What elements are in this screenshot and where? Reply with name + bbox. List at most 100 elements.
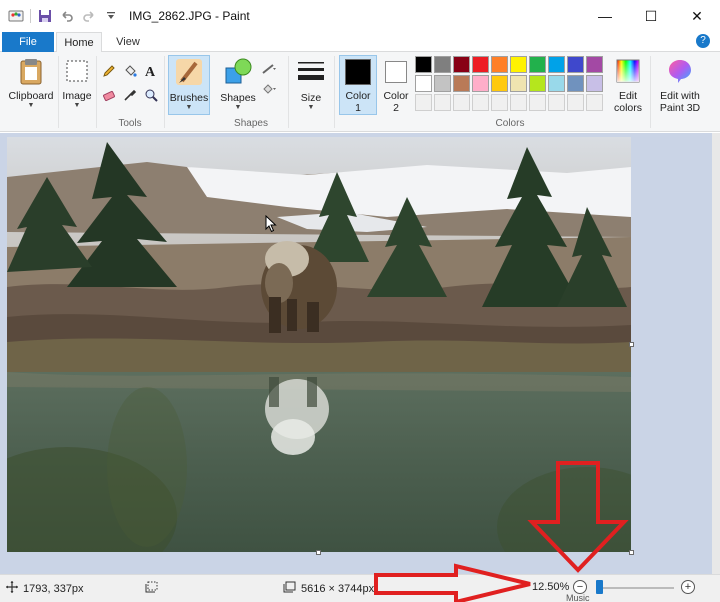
palette-swatch[interactable] (453, 56, 470, 73)
fill-icon[interactable] (260, 80, 278, 98)
palette-swatch[interactable] (491, 56, 508, 73)
zoom-slider-track[interactable] (598, 587, 674, 589)
image-canvas[interactable] (7, 137, 631, 552)
palette-swatch[interactable] (434, 75, 451, 92)
ribbon-tabs: File Home View (0, 32, 720, 53)
tools-group-label: Tools (118, 118, 142, 129)
quick-access-toolbar (0, 8, 119, 24)
palette-swatch[interactable] (567, 56, 584, 73)
color1-label-line1: Color (345, 90, 371, 102)
save-icon[interactable] (37, 8, 53, 24)
chevron-down-icon: ▼ (185, 104, 193, 111)
color-picker-icon[interactable] (121, 86, 139, 104)
fill-bucket-icon[interactable] (121, 62, 139, 80)
palette-swatch[interactable] (510, 75, 527, 92)
size-button[interactable]: Size ▼ (292, 56, 330, 111)
status-bar: 1793, 337px 5616 × 3744px 12.50% − + Mus… (0, 574, 720, 602)
palette-swatch[interactable] (415, 56, 432, 73)
vertical-scrollbar[interactable] (712, 133, 720, 574)
palette-swatch[interactable] (529, 75, 546, 92)
custom-color-slot[interactable] (510, 94, 527, 111)
window-title: IMG_2862.JPG - Paint (129, 9, 250, 23)
paint3d-icon (665, 56, 695, 86)
cursor-position-text: 1793, 337px (23, 582, 84, 595)
palette-swatch[interactable] (510, 56, 527, 73)
zoom-in-button[interactable]: + (681, 580, 695, 594)
maximize-button[interactable]: ☐ (628, 0, 674, 32)
color2-button[interactable]: Color 2 (379, 56, 413, 114)
mouse-cursor-icon (265, 214, 277, 236)
custom-color-slot[interactable] (472, 94, 489, 111)
image-button[interactable]: Image ▼ (60, 56, 94, 109)
color1-label-line2: 1 (355, 102, 361, 114)
group-separator (334, 56, 335, 128)
shapes-button[interactable]: Shapes ▼ (218, 56, 258, 111)
resize-handle-right[interactable] (629, 342, 634, 347)
custom-color-slot[interactable] (491, 94, 508, 111)
help-icon[interactable]: ? (696, 34, 710, 48)
size-label: Size (300, 92, 322, 104)
image-size-text: 5616 × 3744px (301, 582, 375, 595)
color2-swatch (381, 56, 411, 88)
palette-swatch[interactable] (586, 56, 603, 73)
palette-swatch[interactable] (491, 75, 508, 92)
palette-swatch[interactable] (415, 75, 432, 92)
brushes-button[interactable]: Brushes ▼ (168, 55, 210, 115)
brush-icon (172, 56, 206, 88)
tab-view[interactable]: View (108, 32, 148, 52)
palette-swatch[interactable] (567, 75, 584, 92)
palette-swatch[interactable] (453, 75, 470, 92)
custom-color-slot[interactable] (548, 94, 565, 111)
customize-toolbar-icon[interactable] (103, 8, 119, 24)
redo-icon[interactable] (81, 8, 97, 24)
group-separator (58, 56, 59, 128)
text-tool-icon[interactable]: A (142, 62, 160, 80)
custom-color-slot[interactable] (586, 94, 603, 111)
title-bar: IMG_2862.JPG - Paint — ☐ ✕ (0, 0, 720, 32)
palette-swatch[interactable] (472, 75, 489, 92)
color-palette (415, 56, 603, 111)
shapes-icon (221, 56, 255, 88)
image-size-icon (283, 581, 296, 596)
palette-swatch[interactable] (434, 56, 451, 73)
palette-swatch[interactable] (548, 56, 565, 73)
resize-handle-bottom[interactable] (316, 550, 321, 555)
custom-color-slot[interactable] (567, 94, 584, 111)
colors-group-label: Colors (495, 118, 525, 129)
outline-icon[interactable] (260, 60, 278, 78)
clipboard-button[interactable]: Clipboard ▼ (6, 56, 56, 109)
custom-color-slot[interactable] (453, 94, 470, 111)
undo-icon[interactable] (59, 8, 75, 24)
edit-with-paint3d-button[interactable]: Edit with Paint 3D (654, 56, 706, 114)
zoom-slider-thumb[interactable] (596, 580, 603, 594)
palette-swatch[interactable] (548, 75, 565, 92)
close-button[interactable]: ✕ (674, 0, 720, 32)
custom-color-slot[interactable] (434, 94, 451, 111)
select-icon (62, 56, 92, 86)
minimize-button[interactable]: — (582, 0, 628, 32)
pencil-icon[interactable] (100, 62, 118, 80)
color2-label-line1: Color (383, 90, 409, 102)
image-size: 5616 × 3744px (283, 581, 374, 596)
group-separator (288, 56, 289, 128)
palette-swatch[interactable] (472, 56, 489, 73)
edit-colors-label-line2: colors (613, 102, 642, 114)
group-separator (96, 56, 97, 128)
color1-swatch (343, 56, 373, 88)
palette-swatch[interactable] (586, 75, 603, 92)
magnifier-icon[interactable] (142, 86, 160, 104)
tab-file[interactable]: File (2, 32, 54, 52)
shapes-group-label: Shapes (234, 118, 268, 129)
custom-color-slot[interactable] (529, 94, 546, 111)
zoom-level-text: 12.50% (532, 581, 570, 593)
color1-button[interactable]: Color 1 (339, 55, 377, 115)
palette-swatch[interactable] (529, 56, 546, 73)
crosshair-icon (6, 581, 18, 596)
tab-home[interactable]: Home (56, 32, 102, 53)
zoom-out-button[interactable]: − (573, 580, 587, 594)
custom-color-slot[interactable] (415, 94, 432, 111)
resize-handle-corner[interactable] (629, 550, 634, 555)
edit-colors-button[interactable]: Edit colors (610, 56, 646, 114)
canvas-workspace[interactable] (0, 133, 720, 574)
eraser-icon[interactable] (100, 86, 118, 104)
